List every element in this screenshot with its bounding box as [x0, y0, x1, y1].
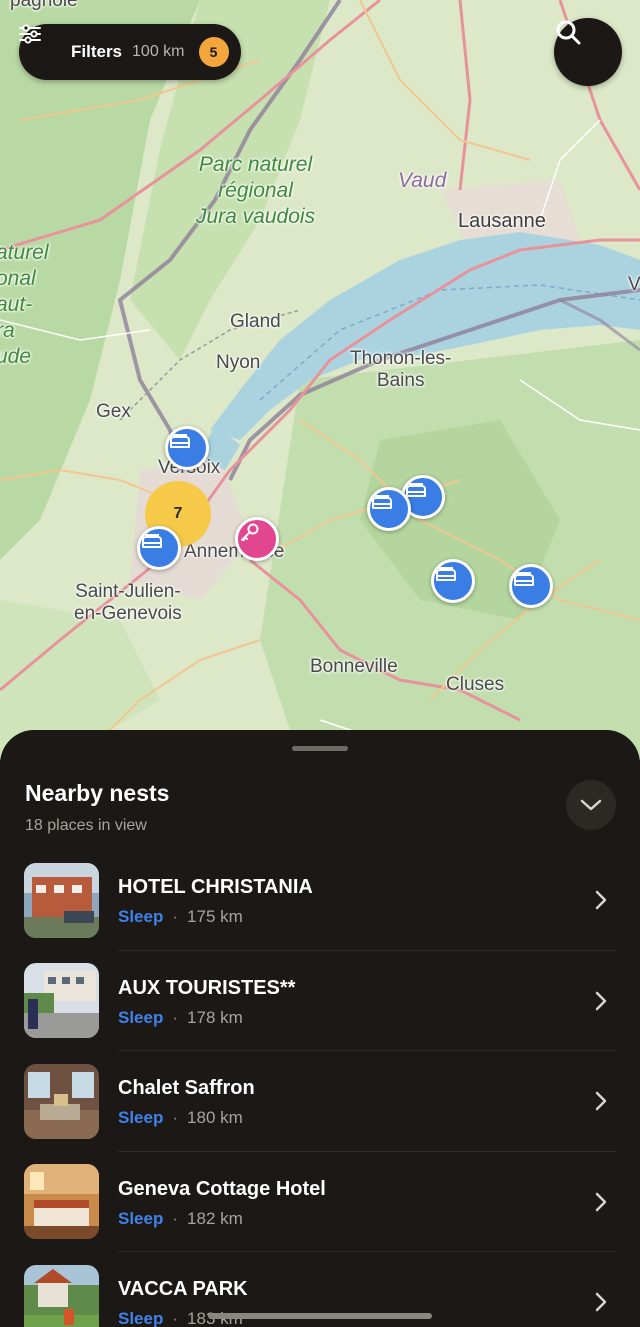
place-thumbnail	[24, 963, 99, 1039]
filters-label: Filters	[71, 42, 123, 61]
map-marker-sleep[interactable]	[367, 487, 411, 531]
bed-icon	[436, 567, 456, 581]
filters-count-badge: 5	[198, 37, 229, 67]
place-thumbnail	[24, 1164, 99, 1240]
sheet-drag-handle[interactable]	[292, 746, 348, 751]
meta-separator: ·	[172, 1108, 179, 1127]
map-marker-sleep[interactable]	[509, 564, 553, 608]
list-item[interactable]: Geneva Cottage Hotel Sleep · 182 km	[0, 1152, 640, 1252]
nearby-sheet: Nearby nests 18 places in view HOTEL CHR…	[0, 730, 640, 1327]
list-item[interactable]: Chalet Saffron Sleep · 180 km	[0, 1051, 640, 1152]
map-label-left-edge: aturel onal aut- ra ude	[0, 241, 49, 368]
chevron-right-icon	[590, 886, 612, 914]
place-distance: 178 km	[187, 1007, 243, 1027]
place-name: Geneva Cottage Hotel	[118, 1177, 326, 1200]
bed-icon	[514, 572, 534, 586]
chevron-right-icon	[590, 1188, 612, 1216]
place-category: Sleep	[118, 907, 164, 926]
home-indicator[interactable]	[208, 1313, 432, 1319]
map-label-park: Parc naturel régional Jura vaudois	[196, 153, 316, 228]
cluster-count: 7	[173, 505, 183, 522]
map-label-lausanne: Lausanne	[458, 210, 546, 232]
map-label-right-edge: V	[628, 274, 640, 295]
collapse-sheet-button[interactable]	[566, 780, 616, 830]
map-label-gex: Gex	[96, 401, 131, 422]
place-distance: 175 km	[187, 907, 243, 926]
chevron-right-icon	[590, 987, 612, 1015]
chevron-right-icon	[590, 1087, 612, 1115]
list-item[interactable]: AUX TOURISTES** Sleep · 178 km	[0, 951, 640, 1051]
place-distance: 180 km	[187, 1108, 243, 1127]
map-label-gland: Gland	[230, 311, 281, 332]
meta-separator: ·	[172, 1007, 179, 1027]
app-screen: pagnole Parc naturel régional Jura vaudo…	[0, 0, 640, 1327]
list-item[interactable]: HOTEL CHRISTANIA Sleep · 175 km	[0, 850, 640, 951]
sliders-icon	[19, 24, 63, 64]
map-marker-key[interactable]	[235, 517, 279, 561]
place-name: VACCA PARK	[118, 1278, 248, 1300]
place-category: Sleep	[118, 1108, 164, 1127]
map-label-thonon: Thonon-les- Bains	[350, 348, 452, 391]
place-meta: Sleep · 178 km	[118, 1008, 243, 1028]
map-marker-sleep[interactable]	[431, 559, 475, 603]
place-category: Sleep	[118, 1007, 164, 1027]
map-view[interactable]: pagnole Parc naturel régional Jura vaudo…	[0, 0, 640, 760]
map-label-top-edge: pagnole	[10, 0, 78, 11]
place-thumbnail	[24, 1264, 99, 1327]
place-meta: Sleep · 180 km	[118, 1108, 243, 1128]
key-icon	[241, 523, 259, 541]
search-button[interactable]	[554, 18, 622, 86]
meta-separator: ·	[172, 907, 179, 926]
map-background	[0, 0, 640, 760]
bed-icon	[142, 534, 162, 548]
search-icon	[556, 20, 581, 45]
bed-icon	[170, 434, 190, 448]
map-label-nyon: Nyon	[216, 352, 261, 373]
bed-icon	[372, 495, 392, 509]
place-distance: 182 km	[187, 1208, 243, 1228]
filters-button[interactable]: Filters 100 km 5	[19, 24, 241, 80]
meta-separator: ·	[172, 1208, 179, 1228]
place-category: Sleep	[118, 1309, 164, 1327]
place-name: HOTEL CHRISTANIA	[118, 876, 313, 898]
place-meta: Sleep · 175 km	[118, 907, 243, 927]
map-label-bonneville: Bonneville	[310, 656, 398, 677]
chevron-right-icon	[590, 1288, 612, 1316]
map-marker-sleep[interactable]	[137, 526, 181, 570]
meta-separator: ·	[172, 1309, 179, 1327]
map-marker-sleep[interactable]	[165, 426, 209, 470]
place-thumbnail	[24, 862, 99, 938]
place-name: Chalet Saffron	[118, 1077, 255, 1099]
sheet-title: Nearby nests	[25, 780, 170, 806]
place-thumbnail	[24, 1063, 99, 1139]
map-label-saint-julien: Saint-Julien- en-Genevois	[74, 581, 182, 624]
filters-distance: 100 km	[132, 43, 185, 60]
places-list: HOTEL CHRISTANIA Sleep · 175 km AUX TOURIS…	[0, 850, 640, 1327]
map-label-cluses: Cluses	[446, 674, 505, 695]
place-meta: Sleep · 182 km	[118, 1209, 243, 1229]
place-category: Sleep	[118, 1208, 164, 1228]
sheet-subtitle: 18 places in view	[25, 817, 147, 834]
place-name: AUX TOURISTES**	[118, 976, 296, 999]
map-label-vaud: Vaud	[398, 169, 447, 192]
chevron-down-icon	[580, 799, 602, 811]
